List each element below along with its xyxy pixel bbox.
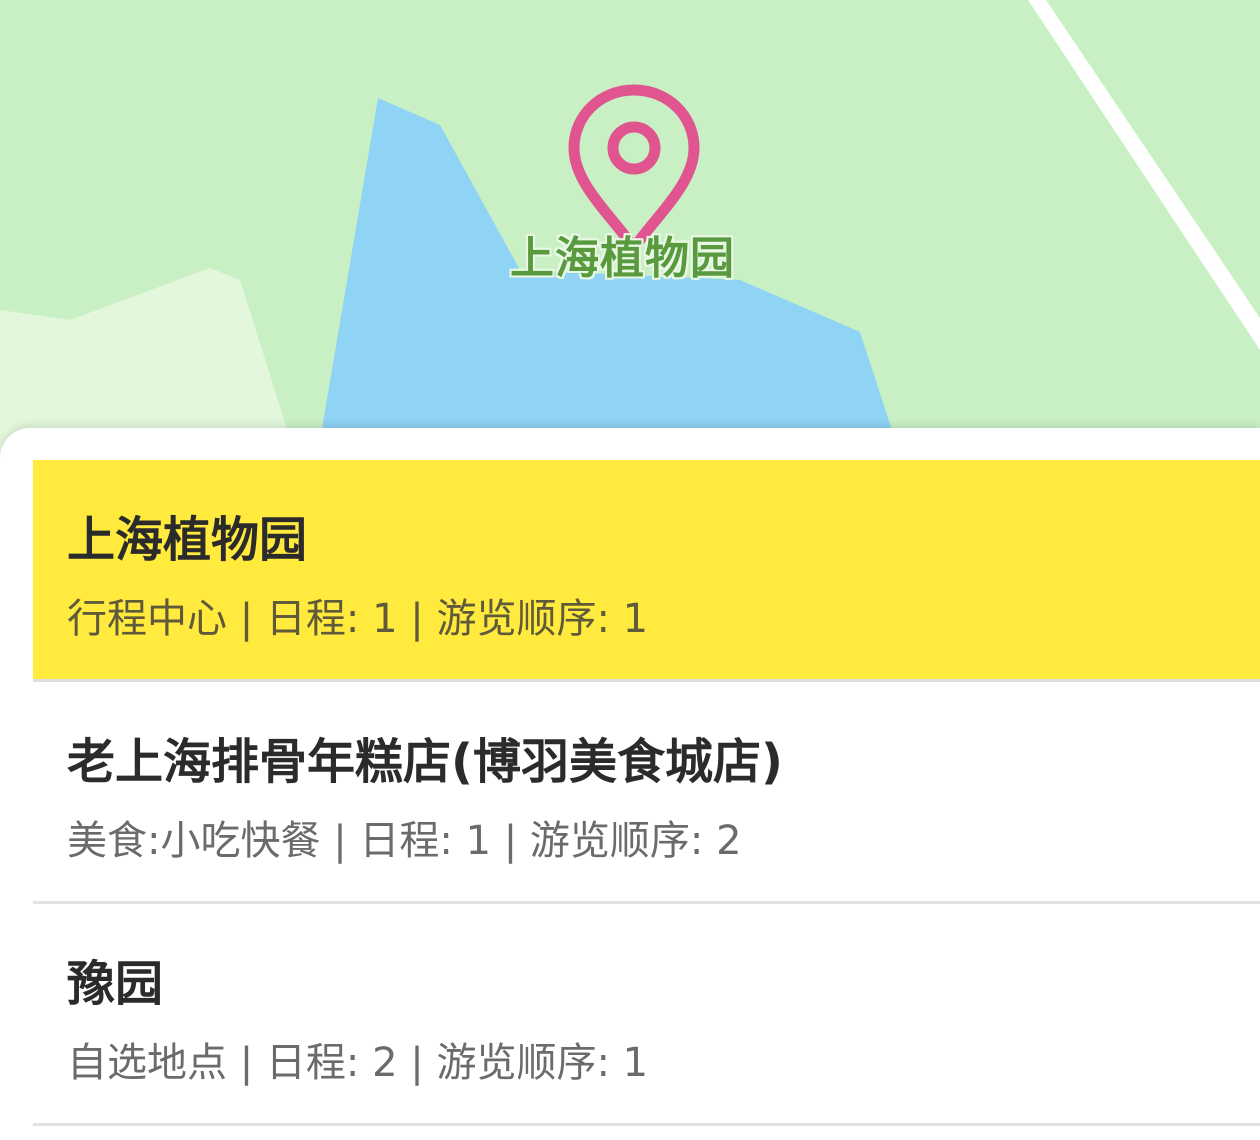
- item-title: 豫园: [67, 956, 164, 1012]
- list-item[interactable]: 豫园 自选地点 | 日程: 2 | 游览顺序: 1: [33, 904, 1260, 1126]
- bottom-sheet: 上海植物园 行程中心 | 日程: 1 | 游览顺序: 1 老上海排骨年糕店(博羽…: [0, 428, 1260, 1140]
- map-place-label[interactable]: 上海植物园: [510, 222, 735, 286]
- app-screen: 上海植物园 上海植物园 行程中心 | 日程: 1 | 游览顺序: 1 老上海排骨…: [0, 0, 1260, 1140]
- item-subtitle: 行程中心 | 日程: 1 | 游览顺序: 1: [67, 596, 649, 642]
- item-subtitle: 自选地点 | 日程: 2 | 游览顺序: 1: [67, 1040, 649, 1086]
- map-road: [1028, 0, 1260, 350]
- list-item[interactable]: 上海植物园 行程中心 | 日程: 1 | 游览顺序: 1: [33, 460, 1260, 682]
- list-item[interactable]: 老上海排骨年糕店(博羽美食城店) 美食:小吃快餐 | 日程: 1 | 游览顺序:…: [33, 682, 1260, 904]
- item-title: 老上海排骨年糕店(博羽美食城店): [67, 734, 783, 790]
- item-title: 上海植物园: [67, 512, 308, 568]
- item-subtitle: 美食:小吃快餐 | 日程: 1 | 游览顺序: 2: [67, 818, 742, 864]
- itinerary-list: 上海植物园 行程中心 | 日程: 1 | 游览顺序: 1 老上海排骨年糕店(博羽…: [33, 460, 1260, 1126]
- map-view[interactable]: 上海植物园: [0, 0, 1260, 470]
